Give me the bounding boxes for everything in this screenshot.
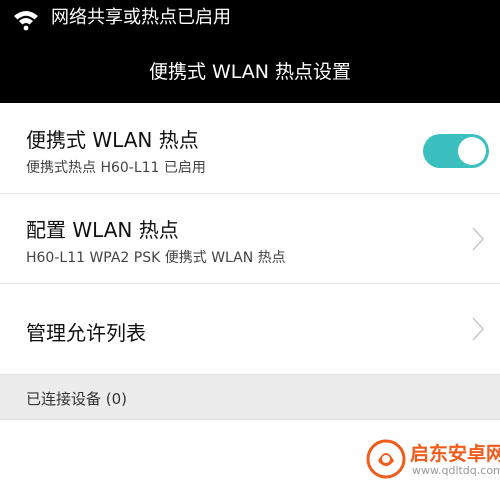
watermark-url: www.qdltdq.com [412,464,500,477]
row-subtitle: 便携式热点 H60-L11 已启用 [26,160,206,176]
watermark: 启东安卓网 www.qdltdq.com [366,437,500,481]
chevron-right-icon [472,227,485,251]
row-manage-allowed-list[interactable]: 管理允许列表 [0,284,500,375]
watermark-title: 启东安卓网 [410,443,500,465]
connected-devices-header: 已连接设备 (0) [0,375,500,420]
row-subtitle: H60-L11 WPA2 PSK 便携式 WLAN 热点 [26,250,286,266]
wifi-hotspot-icon [14,11,38,31]
page-title-bar: 便携式 WLAN 热点设置 [0,38,500,103]
status-bar: 网络共享或热点已启用 [0,0,500,38]
row-configure-hotspot[interactable]: 配置 WLAN 热点 H60-L11 WPA2 PSK 便携式 WLAN 热点 [0,194,500,284]
section-label: 已连接设备 (0) [26,390,128,408]
hotspot-toggle[interactable] [423,134,489,168]
toggle-knob [458,137,486,165]
status-text: 网络共享或热点已启用 [51,7,231,28]
chevron-right-icon [472,317,485,341]
row-title: 便携式 WLAN 热点 [26,128,199,152]
page-title: 便携式 WLAN 热点设置 [148,61,352,83]
watermark-logo-icon [366,439,406,479]
row-title: 配置 WLAN 热点 [26,218,179,242]
row-title: 管理允许列表 [26,321,146,345]
row-portable-hotspot[interactable]: 便携式 WLAN 热点 便携式热点 H60-L11 已启用 [0,104,500,194]
